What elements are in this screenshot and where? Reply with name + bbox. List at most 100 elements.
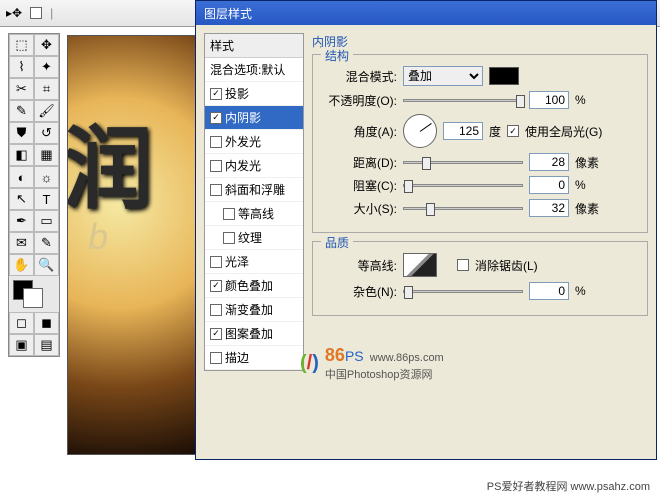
watermark: (/) 86PS www.86ps.com 中国Photoshop资源网 <box>300 345 444 382</box>
style-gradient-overlay[interactable]: 渐变叠加 <box>205 298 303 322</box>
lasso-tool[interactable]: ⌇ <box>9 56 34 78</box>
shape-tool[interactable]: ▭ <box>34 210 59 232</box>
blend-mode-select[interactable]: 叠加 <box>403 66 483 86</box>
distance-slider[interactable] <box>403 161 523 164</box>
global-light-label: 使用全局光(G) <box>525 123 602 140</box>
blur-tool[interactable]: ◐ <box>9 166 34 188</box>
style-pattern-overlay[interactable]: 图案叠加 <box>205 322 303 346</box>
slider-thumb-icon[interactable] <box>426 203 435 216</box>
style-color-overlay[interactable]: 颜色叠加 <box>205 274 303 298</box>
blend-mode-label: 混合模式: <box>321 68 397 85</box>
style-inner-shadow[interactable]: 内阴影 <box>205 106 303 130</box>
crop-tool[interactable]: ✂ <box>9 78 34 100</box>
distance-input[interactable] <box>529 153 569 171</box>
notes-tool[interactable]: ✉ <box>9 232 34 254</box>
slider-thumb-icon[interactable] <box>404 180 413 193</box>
screenmode-1[interactable]: ▣ <box>9 334 34 356</box>
antialias-label: 消除锯齿(L) <box>475 257 538 274</box>
opacity-slider[interactable] <box>403 99 523 102</box>
global-light-checkbox[interactable] <box>507 125 519 137</box>
blend-options-row[interactable]: 混合选项:默认 <box>205 58 303 82</box>
noise-slider[interactable] <box>403 290 523 293</box>
auto-select-checkbox[interactable] <box>30 7 42 19</box>
gradient-tool[interactable]: ▦ <box>34 144 59 166</box>
style-drop-shadow[interactable]: 投影 <box>205 82 303 106</box>
footer-watermark: PS爱好者教程网 www.psahz.com <box>487 478 650 494</box>
pen-tool[interactable]: ✒ <box>9 210 34 232</box>
screenmode-2[interactable]: ▤ <box>34 334 59 356</box>
structure-fieldset: 结构 混合模式: 叠加 不透明度(O): % 角度(A): 度 <box>312 54 648 233</box>
slider-thumb-icon[interactable] <box>404 286 413 299</box>
unit-label: % <box>575 93 586 107</box>
choke-input[interactable] <box>529 176 569 194</box>
checkbox-icon[interactable] <box>210 328 222 340</box>
dodge-tool[interactable]: ☼ <box>34 166 59 188</box>
choke-slider[interactable] <box>403 184 523 187</box>
style-outer-glow[interactable]: 外发光 <box>205 130 303 154</box>
slider-thumb-icon[interactable] <box>516 95 525 108</box>
checkbox-icon[interactable] <box>210 280 222 292</box>
style-contour-sub[interactable]: 等高线 <box>205 202 303 226</box>
slice-tool[interactable]: ⌗ <box>34 78 59 100</box>
structure-legend: 结构 <box>321 47 353 64</box>
style-stroke[interactable]: 描边 <box>205 346 303 370</box>
zoom-tool[interactable]: 🔍 <box>34 254 59 276</box>
watermark-suffix: PS <box>345 348 364 364</box>
opacity-label: 不透明度(O): <box>321 92 397 109</box>
angle-input[interactable] <box>443 122 483 140</box>
contour-picker[interactable] <box>403 253 437 277</box>
checkbox-icon[interactable] <box>210 304 222 316</box>
quickmask-off[interactable]: ◻ <box>9 312 34 334</box>
checkbox-icon[interactable] <box>210 88 222 100</box>
checkbox-icon[interactable] <box>210 136 222 148</box>
slider-thumb-icon[interactable] <box>422 157 431 170</box>
hand-tool[interactable]: ✋ <box>9 254 34 276</box>
type-tool[interactable]: T <box>34 188 59 210</box>
checkbox-icon[interactable] <box>223 232 235 244</box>
checkbox-icon[interactable] <box>210 256 222 268</box>
layer-style-dialog: 图层样式 样式 混合选项:默认 投影 内阴影 外发光 内发光 斜面和浮雕 等高线… <box>195 0 657 460</box>
move-tool[interactable]: ✥ <box>34 34 59 56</box>
contour-label: 等高线: <box>321 257 397 274</box>
eraser-tool[interactable]: ◧ <box>9 144 34 166</box>
canvas-main-text: 润 <box>67 96 196 226</box>
checkbox-icon[interactable] <box>210 160 222 172</box>
angle-label: 角度(A): <box>321 123 397 140</box>
checkbox-icon[interactable] <box>210 352 222 364</box>
shadow-color-chip[interactable] <box>489 67 519 85</box>
checkbox-icon[interactable] <box>210 184 222 196</box>
effect-settings-panel: 内阴影 结构 混合模式: 叠加 不透明度(O): % 角度(A): <box>312 33 648 371</box>
watermark-url: www.86ps.com <box>370 352 444 364</box>
unit-label: % <box>575 178 586 192</box>
quickmask-on[interactable]: ◼ <box>34 312 59 334</box>
eyedropper-tool[interactable]: ✎ <box>34 232 59 254</box>
noise-label: 杂色(N): <box>321 283 397 300</box>
wand-tool[interactable]: ✦ <box>34 56 59 78</box>
unit-label: 度 <box>489 123 501 140</box>
size-input[interactable] <box>529 199 569 217</box>
style-satin[interactable]: 光泽 <box>205 250 303 274</box>
color-swatches[interactable] <box>9 276 59 312</box>
angle-dial[interactable] <box>403 114 437 148</box>
watermark-num: 86 <box>325 345 345 365</box>
tools-panel: ⬚ ✥ ⌇ ✦ ✂ ⌗ ✎ 🖌 ⛊ ↺ ◧ ▦ ◐ ☼ ↖ T ✒ ▭ ✉ ✎ … <box>8 33 60 357</box>
dialog-title-text: 图层样式 <box>204 7 252 21</box>
move-tool-icon: ▸✥ <box>6 6 22 20</box>
checkbox-icon[interactable] <box>223 208 235 220</box>
background-swatch[interactable] <box>23 288 43 308</box>
noise-input[interactable] <box>529 282 569 300</box>
checkbox-icon[interactable] <box>210 112 222 124</box>
brush-tool[interactable]: 🖌 <box>34 100 59 122</box>
marquee-tool[interactable]: ⬚ <box>9 34 34 56</box>
stamp-tool[interactable]: ⛊ <box>9 122 34 144</box>
heal-tool[interactable]: ✎ <box>9 100 34 122</box>
opacity-input[interactable] <box>529 91 569 109</box>
style-inner-glow[interactable]: 内发光 <box>205 154 303 178</box>
history-brush-tool[interactable]: ↺ <box>34 122 59 144</box>
path-tool[interactable]: ↖ <box>9 188 34 210</box>
style-texture-sub[interactable]: 纹理 <box>205 226 303 250</box>
antialias-checkbox[interactable] <box>457 259 469 271</box>
size-slider[interactable] <box>403 207 523 210</box>
style-bevel[interactable]: 斜面和浮雕 <box>205 178 303 202</box>
distance-label: 距离(D): <box>321 154 397 171</box>
